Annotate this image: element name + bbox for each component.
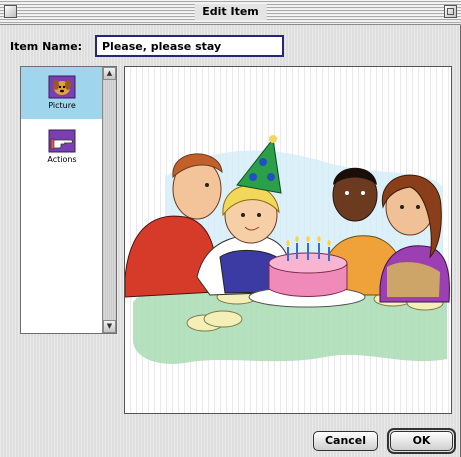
zoom-box-icon[interactable] [444, 5, 457, 18]
sidebar-item-label: Actions [47, 155, 77, 164]
cancel-button[interactable]: Cancel [313, 431, 378, 451]
title-bar[interactable]: Edit Item [0, 0, 461, 25]
close-box-icon[interactable] [4, 5, 17, 18]
item-name-field[interactable]: Please, please stay [95, 35, 284, 57]
window-title: Edit Item [194, 4, 267, 20]
edit-item-window: Edit Item Item Name: Please, please stay… [0, 0, 461, 457]
scroll-up-arrow-icon[interactable]: ▲ [103, 67, 116, 80]
picture-preview[interactable] [124, 66, 452, 414]
scroll-down-arrow-icon[interactable]: ▼ [103, 320, 116, 333]
item-sidebar: Picture Actions ▲ ▼ [20, 66, 117, 334]
ok-button[interactable]: OK [390, 431, 453, 451]
item-name-label: Item Name: [10, 40, 83, 53]
pointing-hand-icon [48, 129, 76, 153]
sidebar-item-actions[interactable]: Actions [21, 121, 103, 173]
birthday-party-illustration [125, 135, 450, 364]
sidebar-list: Picture Actions [21, 67, 103, 333]
sidebar-item-picture[interactable]: Picture [21, 67, 103, 119]
sidebar-scrollbar[interactable]: ▲ ▼ [102, 67, 116, 333]
dog-picture-icon [48, 75, 76, 99]
sidebar-item-label: Picture [48, 101, 76, 110]
